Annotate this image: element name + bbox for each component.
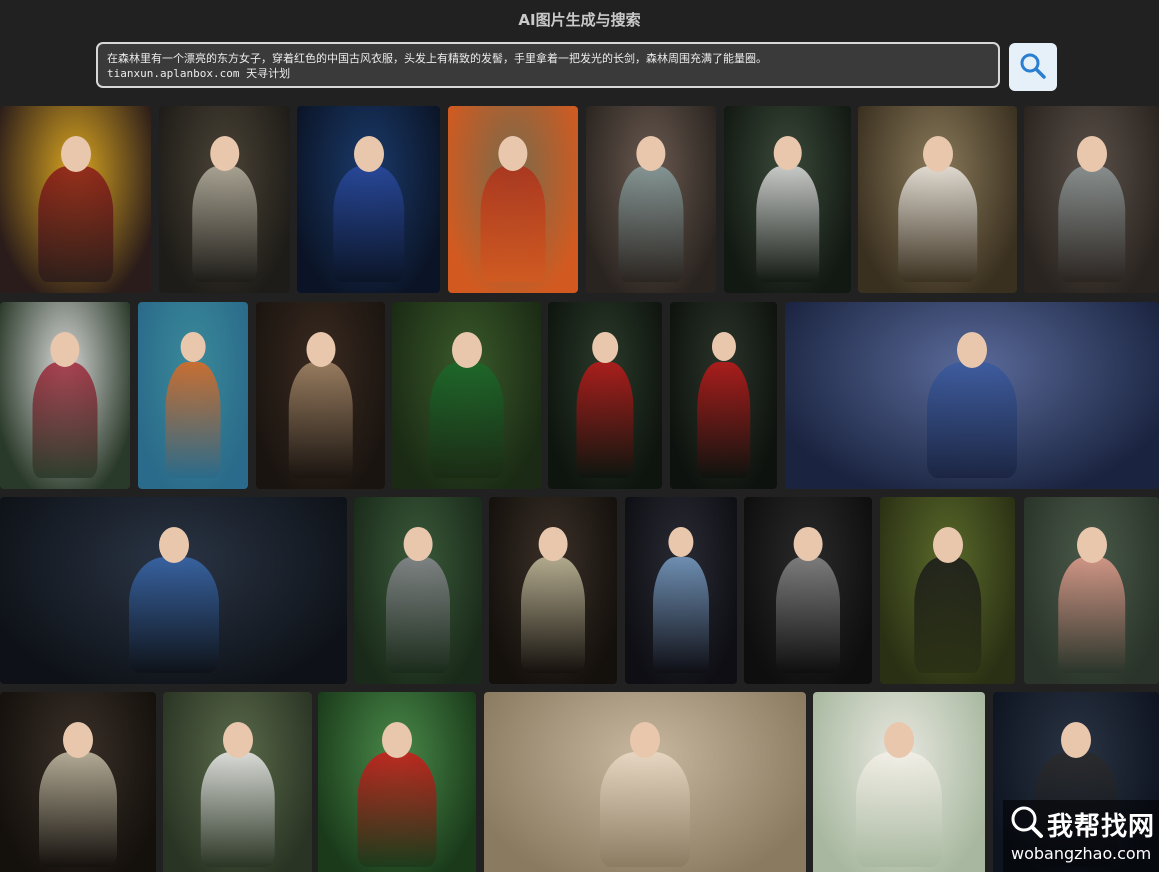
figure-shape bbox=[696, 361, 751, 478]
face-shape bbox=[305, 331, 336, 367]
figure-shape bbox=[39, 751, 117, 867]
face-shape bbox=[1061, 721, 1091, 758]
image-tile[interactable] bbox=[484, 692, 806, 872]
image-tile[interactable] bbox=[159, 106, 290, 293]
figure-shape bbox=[288, 361, 353, 478]
image-gallery bbox=[0, 106, 1159, 872]
face-shape bbox=[222, 721, 253, 758]
figure-shape bbox=[357, 751, 437, 867]
image-tile[interactable] bbox=[1024, 497, 1159, 684]
watermark-url: wobangzhao.com bbox=[1011, 844, 1152, 863]
face-shape bbox=[922, 135, 953, 172]
image-tile[interactable] bbox=[392, 302, 541, 489]
figure-shape bbox=[1057, 165, 1126, 282]
figure-shape bbox=[521, 556, 585, 673]
magnifier-icon bbox=[1009, 804, 1045, 844]
image-tile[interactable] bbox=[448, 106, 578, 293]
face-shape bbox=[793, 526, 823, 562]
image-tile[interactable] bbox=[354, 497, 482, 684]
face-shape bbox=[884, 721, 914, 758]
figure-shape bbox=[200, 751, 275, 867]
face-shape bbox=[957, 331, 987, 368]
image-tile[interactable] bbox=[318, 692, 476, 872]
figure-shape bbox=[332, 165, 405, 282]
search-button[interactable] bbox=[1009, 43, 1057, 91]
face-shape bbox=[630, 721, 660, 758]
face-shape bbox=[451, 331, 482, 368]
image-tile[interactable] bbox=[670, 302, 777, 489]
figure-shape bbox=[1057, 556, 1126, 673]
face-shape bbox=[353, 135, 384, 172]
image-tile[interactable] bbox=[625, 497, 737, 684]
image-tile[interactable] bbox=[858, 106, 1017, 293]
figure-shape bbox=[755, 165, 820, 282]
image-tile[interactable] bbox=[1024, 106, 1159, 293]
app-title: AI图片生成与搜索 bbox=[518, 11, 641, 29]
face-shape bbox=[63, 721, 93, 758]
figure-shape bbox=[600, 751, 690, 867]
figure-shape bbox=[776, 556, 840, 673]
image-tile[interactable] bbox=[744, 497, 872, 684]
figure-shape bbox=[429, 361, 504, 478]
figure-shape bbox=[37, 165, 114, 282]
figure-shape bbox=[128, 556, 219, 673]
image-tile[interactable] bbox=[297, 106, 440, 293]
face-shape bbox=[180, 331, 206, 362]
image-tile[interactable] bbox=[163, 692, 312, 872]
search-icon bbox=[1019, 52, 1047, 83]
face-shape bbox=[773, 135, 802, 171]
face-shape bbox=[668, 526, 694, 558]
figure-shape bbox=[165, 361, 221, 478]
face-shape bbox=[932, 526, 963, 563]
watermark: 我帮找网 wobangzhao.com bbox=[1003, 800, 1159, 872]
image-tile[interactable] bbox=[256, 302, 385, 489]
face-shape bbox=[592, 331, 618, 363]
face-shape bbox=[1076, 526, 1107, 563]
face-shape bbox=[403, 526, 433, 562]
face-shape bbox=[60, 135, 91, 172]
face-shape bbox=[382, 721, 412, 758]
figure-shape bbox=[191, 165, 258, 282]
image-tile[interactable] bbox=[138, 302, 248, 489]
watermark-name: 我帮找网 bbox=[1047, 812, 1156, 842]
search-input[interactable]: 在森林里有一个漂亮的东方女子，穿着红色的中国古风衣服，头发上有精致的发髻，手里拿… bbox=[96, 42, 1000, 88]
header: AI图片生成与搜索 在森林里有一个漂亮的东方女子，穿着红色的中国古风衣服，头发上… bbox=[0, 0, 1159, 100]
face-shape bbox=[158, 526, 189, 563]
face-shape bbox=[711, 331, 736, 361]
figure-shape bbox=[897, 165, 978, 282]
image-tile[interactable] bbox=[785, 302, 1159, 489]
image-tile[interactable] bbox=[0, 497, 347, 684]
image-tile[interactable] bbox=[548, 302, 662, 489]
figure-shape bbox=[32, 361, 98, 478]
figure-shape bbox=[618, 165, 684, 282]
image-tile[interactable] bbox=[0, 302, 130, 489]
figure-shape bbox=[913, 556, 982, 673]
image-tile[interactable] bbox=[0, 106, 151, 293]
image-tile[interactable] bbox=[489, 497, 617, 684]
figure-shape bbox=[856, 751, 942, 867]
image-tile[interactable] bbox=[880, 497, 1015, 684]
image-tile[interactable] bbox=[724, 106, 851, 293]
figure-shape bbox=[386, 556, 450, 673]
figure-shape bbox=[576, 361, 634, 478]
face-shape bbox=[538, 526, 568, 562]
figure-shape bbox=[927, 361, 1017, 478]
face-shape bbox=[1076, 135, 1107, 172]
image-tile[interactable] bbox=[0, 692, 156, 872]
figure-shape bbox=[653, 556, 709, 673]
figure-shape bbox=[480, 165, 546, 282]
image-tile[interactable] bbox=[586, 106, 716, 293]
image-tile[interactable] bbox=[813, 692, 985, 872]
